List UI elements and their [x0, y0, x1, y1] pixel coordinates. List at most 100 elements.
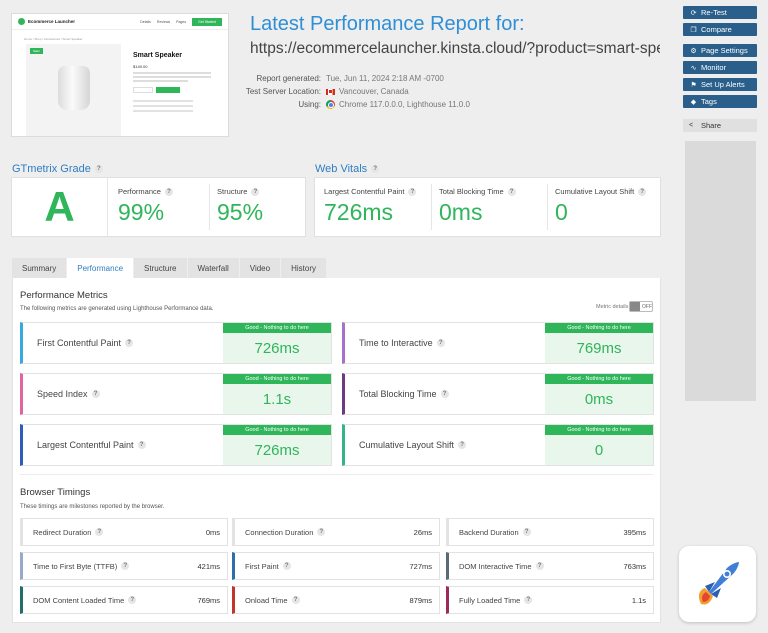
metric-grade-badge: Good - Nothing to do here: [545, 374, 653, 384]
thumbnail-cta: Get Started: [192, 17, 222, 26]
performance-metrics-subtitle: The following metrics are generated usin…: [20, 306, 214, 312]
share-button[interactable]: < Share: [683, 119, 757, 132]
help-icon[interactable]: ?: [458, 441, 467, 449]
tab-waterfall[interactable]: Waterfall: [187, 258, 239, 278]
help-icon[interactable]: ?: [121, 562, 130, 570]
page-settings-button[interactable]: ⚙ Page Settings: [683, 44, 757, 57]
metric-card[interactable]: Speed Index? Good - Nothing to do here 1.1…: [20, 373, 332, 415]
speaker-image: [58, 66, 90, 110]
timing-value: 1.1s: [631, 595, 646, 605]
thumbnail-price: $149.00: [133, 64, 148, 69]
help-icon[interactable]: ?: [507, 187, 516, 196]
help-icon[interactable]: ?: [408, 187, 417, 196]
timing-card: Fully Loaded Time? 1.1s: [446, 586, 654, 614]
help-icon[interactable]: ?: [137, 441, 146, 449]
metric-value: 1.1s: [223, 384, 331, 414]
metric-card[interactable]: Largest Contentful Paint? Good - Nothing …: [20, 424, 332, 466]
metric-name: Speed Index?: [37, 389, 100, 399]
page-screenshot-thumbnail[interactable]: Ecommerce Launcher Details Reviews Pages…: [11, 13, 229, 137]
canada-flag-icon: [326, 88, 335, 95]
help-icon[interactable]: ?: [251, 187, 260, 196]
help-icon[interactable]: ?: [95, 528, 104, 536]
metric-name: Largest Contentful Paint?: [37, 440, 146, 450]
metric-details-toggle[interactable]: OFF: [629, 301, 653, 312]
grade-letter: A: [12, 178, 108, 236]
help-icon[interactable]: ?: [535, 562, 544, 570]
thumbnail-bullets: [133, 100, 193, 115]
metric-card[interactable]: Time to Interactive? Good - Nothing to do…: [342, 322, 654, 364]
timing-card: Connection Duration? 26ms: [232, 518, 440, 546]
help-icon[interactable]: ?: [282, 562, 291, 570]
help-icon[interactable]: ?: [638, 187, 647, 196]
performance-label-text: Performance: [118, 187, 161, 196]
help-icon[interactable]: ?: [317, 528, 326, 536]
tags-button[interactable]: ◆ Tags: [683, 95, 757, 108]
help-icon[interactable]: ?: [524, 596, 533, 604]
lcp-vital-value: 726ms: [324, 199, 394, 225]
toggle-state: OFF: [642, 303, 652, 310]
ad-placeholder: [685, 141, 756, 401]
monitor-button[interactable]: ∿ Monitor: [683, 61, 757, 74]
help-icon[interactable]: ?: [91, 390, 100, 398]
timing-value: 26ms: [413, 527, 432, 537]
report-url[interactable]: https://ecommercelauncher.kinsta.cloud/?…: [250, 40, 660, 58]
tab-history[interactable]: History: [281, 258, 326, 278]
help-icon[interactable]: ?: [125, 339, 134, 347]
help-icon[interactable]: ?: [436, 339, 445, 347]
thumbnail-product-image: Sale!: [26, 44, 121, 136]
metric-details-label: Metric details: [596, 304, 629, 310]
metric-card[interactable]: Cumulative Layout Shift? Good - Nothing t…: [342, 424, 654, 466]
alert-icon: ⚑: [690, 81, 697, 89]
help-icon[interactable]: ?: [94, 165, 103, 173]
compare-button[interactable]: ❐ Compare: [683, 23, 757, 36]
tab-structure[interactable]: Structure: [134, 258, 187, 278]
grade-heading-text: GTmetrix Grade: [12, 163, 91, 175]
location-value: Vancouver, Canada: [339, 87, 409, 96]
help-icon[interactable]: ?: [440, 390, 449, 398]
timing-name: DOM Interactive Time?: [459, 562, 544, 571]
help-icon[interactable]: ?: [522, 528, 531, 536]
rocket-widget[interactable]: [679, 546, 756, 622]
tab-summary[interactable]: Summary: [12, 258, 67, 278]
using-value: Chrome 117.0.0.0, Lighthouse 11.0.0: [339, 100, 470, 109]
timing-name: Backend Duration?: [459, 528, 531, 537]
tab-performance[interactable]: Performance: [67, 258, 134, 278]
report-meta: Report generated: Tue, Jun 11, 2024 2:18…: [240, 72, 470, 111]
gear-icon: ⚙: [690, 47, 697, 55]
alerts-button[interactable]: ⚑ Set Up Alerts: [683, 78, 757, 91]
share-icon: <: [689, 122, 694, 129]
retest-button[interactable]: ⟳ Re-Test: [683, 6, 757, 19]
help-icon[interactable]: ?: [164, 187, 173, 196]
structure-value: 95%: [217, 199, 264, 225]
timing-value: 727ms: [409, 561, 432, 571]
timing-name-text: Onload Time: [245, 595, 288, 605]
thumbnail-add-button: [156, 87, 180, 93]
chrome-icon: [326, 100, 335, 109]
browser-timings-title: Browser Timings: [20, 487, 91, 498]
metric-card[interactable]: First Contentful Paint? Good - Nothing to…: [20, 322, 332, 364]
timing-name: DOM Content Loaded Time?: [33, 596, 137, 605]
timing-card: Backend Duration? 395ms: [446, 518, 654, 546]
compare-icon: ❐: [690, 26, 697, 34]
retest-label: Re-Test: [701, 8, 727, 17]
timing-value: 769ms: [197, 595, 220, 605]
metric-value: 726ms: [223, 333, 331, 363]
timing-name-text: Connection Duration: [245, 527, 314, 537]
metric-name-text: Cumulative Layout Shift: [359, 440, 455, 450]
performance-metrics-title: Performance Metrics: [20, 290, 108, 301]
help-icon[interactable]: ?: [291, 596, 300, 604]
metric-value: 726ms: [223, 435, 331, 465]
divider: [431, 184, 432, 230]
metric-card[interactable]: Total Blocking Time? Good - Nothing to do…: [342, 373, 654, 415]
alerts-label: Set Up Alerts: [701, 80, 745, 89]
metric-grade-badge: Good - Nothing to do here: [223, 323, 331, 333]
help-icon[interactable]: ?: [128, 596, 137, 604]
help-icon[interactable]: ?: [371, 165, 380, 173]
thumbnail-qty: [133, 87, 153, 93]
tab-video[interactable]: Video: [239, 258, 281, 278]
tbt-vital-label-text: Total Blocking Time: [439, 187, 504, 196]
cls-vital-label: Cumulative Layout Shift?: [555, 187, 647, 196]
timing-card: DOM Interactive Time? 763ms: [446, 552, 654, 580]
divider: [209, 184, 210, 230]
thumbnail-nav: Ecommerce Launcher Details Reviews Pages…: [12, 14, 228, 30]
